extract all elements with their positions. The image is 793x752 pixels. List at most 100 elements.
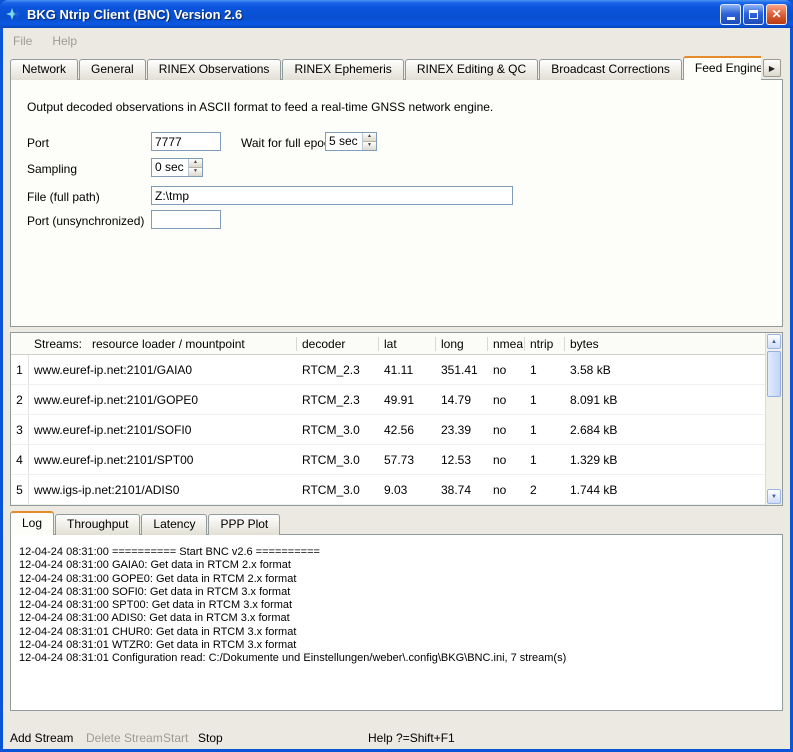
cell-lat: 9.03: [379, 483, 436, 497]
scroll-down-button[interactable]: ▼: [767, 489, 781, 504]
tab-rinex-editing-qc[interactable]: RINEX Editing & QC: [405, 59, 538, 80]
cell-lat: 57.73: [379, 453, 436, 467]
file-path-label: File (full path): [27, 190, 100, 204]
cell-nmea: no: [488, 453, 525, 467]
cell-mountpoint: www.euref-ip.net:2101/GAIA0: [29, 363, 297, 377]
file-path-input[interactable]: [151, 186, 513, 205]
stop-button[interactable]: Stop: [198, 731, 223, 745]
maximize-button[interactable]: [743, 4, 764, 25]
cell-ntrip: 1: [525, 393, 565, 407]
scroll-up-button[interactable]: ▲: [767, 334, 781, 349]
wait-for-full-epoch-spinbox[interactable]: 5 sec ▲ ▼: [325, 132, 377, 151]
add-stream-button[interactable]: Add Stream: [10, 731, 73, 745]
tab-network[interactable]: Network: [10, 59, 78, 80]
log-line: 12-04-24 08:31:00 SOFI0: Get data in RTC…: [19, 586, 774, 599]
log-line: 12-04-24 08:31:01 Configuration read: C:…: [19, 652, 774, 665]
header-ntrip: ntrip: [525, 337, 565, 351]
spin-down-icon: ▼: [193, 168, 198, 174]
log-line: 12-04-24 08:31:01 CHUR0: Get data in RTC…: [19, 626, 774, 639]
delete-stream-button[interactable]: Delete Stream: [86, 731, 163, 745]
cell-bytes: 1.329 kB: [565, 453, 765, 467]
chevron-right-icon: ▶: [769, 64, 775, 73]
cell-ntrip: 2: [525, 483, 565, 497]
spin-up-icon: ▲: [193, 159, 198, 165]
tab-ppp-plot[interactable]: PPP Plot: [208, 514, 280, 535]
cell-bytes: 1.744 kB: [565, 483, 765, 497]
table-row[interactable]: 3 www.euref-ip.net:2101/SOFI0 RTCM_3.0 4…: [11, 415, 765, 445]
cell-mountpoint: www.euref-ip.net:2101/SPT00: [29, 453, 297, 467]
cell-decoder: RTCM_3.0: [297, 423, 379, 437]
cell-lat: 41.11: [379, 363, 436, 377]
log-line: 12-04-24 08:31:00 ========== Start BNC v…: [19, 546, 774, 559]
bottom-tab-bar: Log Throughput Latency PPP Plot: [10, 511, 281, 535]
cell-ntrip: 1: [525, 363, 565, 377]
tab-rinex-observations[interactable]: RINEX Observations: [147, 59, 282, 80]
spin-up-button[interactable]: ▲: [189, 159, 202, 168]
start-button[interactable]: Start: [163, 731, 188, 745]
cell-rownum: 1: [11, 355, 29, 384]
spin-down-button[interactable]: ▼: [189, 168, 202, 176]
arrow-down-icon: ▼: [771, 494, 777, 500]
cell-nmea: no: [488, 363, 525, 377]
cell-nmea: no: [488, 483, 525, 497]
spin-up-icon: ▲: [367, 133, 372, 139]
title-bar[interactable]: BKG Ntrip Client (BNC) Version 2.6 ✕: [0, 0, 793, 28]
maximize-icon: [749, 10, 758, 19]
table-row[interactable]: 4 www.euref-ip.net:2101/SPT00 RTCM_3.0 5…: [11, 445, 765, 475]
table-row[interactable]: 1 www.euref-ip.net:2101/GAIA0 RTCM_2.3 4…: [11, 355, 765, 385]
cell-nmea: no: [488, 423, 525, 437]
port-unsync-input[interactable]: [151, 210, 221, 229]
cell-ntrip: 1: [525, 453, 565, 467]
port-unsync-label: Port (unsynchronized): [27, 214, 144, 228]
header-bytes: bytes: [565, 337, 765, 351]
table-row[interactable]: 2 www.euref-ip.net:2101/GOPE0 RTCM_2.3 4…: [11, 385, 765, 415]
cell-bytes: 3.58 kB: [565, 363, 765, 377]
tab-throughput[interactable]: Throughput: [55, 514, 140, 535]
cell-decoder: RTCM_3.0: [297, 483, 379, 497]
tab-rinex-ephemeris[interactable]: RINEX Ephemeris: [282, 59, 403, 80]
header-lat: lat: [379, 337, 436, 351]
spin-down-icon: ▼: [367, 142, 372, 148]
cell-nmea: no: [488, 393, 525, 407]
cell-long: 38.74: [436, 483, 488, 497]
cell-ntrip: 1: [525, 423, 565, 437]
menu-file[interactable]: File: [13, 34, 32, 48]
tab-scroll-right-button[interactable]: ▶: [763, 59, 781, 77]
spin-down-button[interactable]: ▼: [363, 142, 376, 150]
tab-general[interactable]: General: [79, 59, 146, 80]
spin-up-button[interactable]: ▲: [363, 133, 376, 142]
wait-for-full-epoch-label: Wait for full epoch: [241, 136, 337, 150]
sampling-spinbox[interactable]: 0 sec ▲ ▼: [151, 158, 203, 177]
cell-lat: 49.91: [379, 393, 436, 407]
cell-bytes: 2.684 kB: [565, 423, 765, 437]
menu-bar: File Help: [3, 28, 790, 54]
tab-feed-engine[interactable]: Feed Engine: [683, 56, 761, 80]
feed-engine-description: Output decoded observations in ASCII for…: [27, 100, 493, 114]
log-line: 12-04-24 08:31:00 SPT00: Get data in RTC…: [19, 599, 774, 612]
tab-log[interactable]: Log: [10, 511, 54, 535]
menu-help[interactable]: Help: [52, 34, 77, 48]
port-label: Port: [27, 136, 49, 150]
scroll-thumb[interactable]: [767, 351, 781, 397]
close-button[interactable]: ✕: [766, 4, 787, 25]
cell-decoder: RTCM_2.3: [297, 363, 379, 377]
log-line: 12-04-24 08:31:01 WTZR0: Get data in RTC…: [19, 639, 774, 652]
cell-long: 351.41: [436, 363, 488, 377]
sampling-label: Sampling: [27, 162, 77, 176]
tab-latency[interactable]: Latency: [141, 514, 207, 535]
table-row[interactable]: 5 www.igs-ip.net:2101/ADIS0 RTCM_3.0 9.0…: [11, 475, 765, 505]
minimize-button[interactable]: [720, 4, 741, 25]
vertical-scrollbar[interactable]: ▲ ▼: [765, 333, 782, 505]
tab-broadcast-corrections[interactable]: Broadcast Corrections: [539, 59, 682, 80]
streams-table: Streams: resource loader / mountpoint de…: [10, 332, 783, 506]
tab-bar: Network General RINEX Observations RINEX…: [10, 56, 761, 80]
cell-decoder: RTCM_3.0: [297, 453, 379, 467]
port-input[interactable]: [151, 132, 221, 151]
cell-mountpoint: www.euref-ip.net:2101/GOPE0: [29, 393, 297, 407]
cell-rownum: 3: [11, 415, 29, 444]
cell-rownum: 4: [11, 445, 29, 474]
bnc-window: BKG Ntrip Client (BNC) Version 2.6 ✕ Fil…: [0, 0, 793, 752]
wait-for-full-epoch-value: 5 sec: [326, 133, 362, 150]
action-bar: Add Stream Delete Stream Start Stop Help…: [3, 728, 790, 749]
cell-mountpoint: www.euref-ip.net:2101/SOFI0: [29, 423, 297, 437]
